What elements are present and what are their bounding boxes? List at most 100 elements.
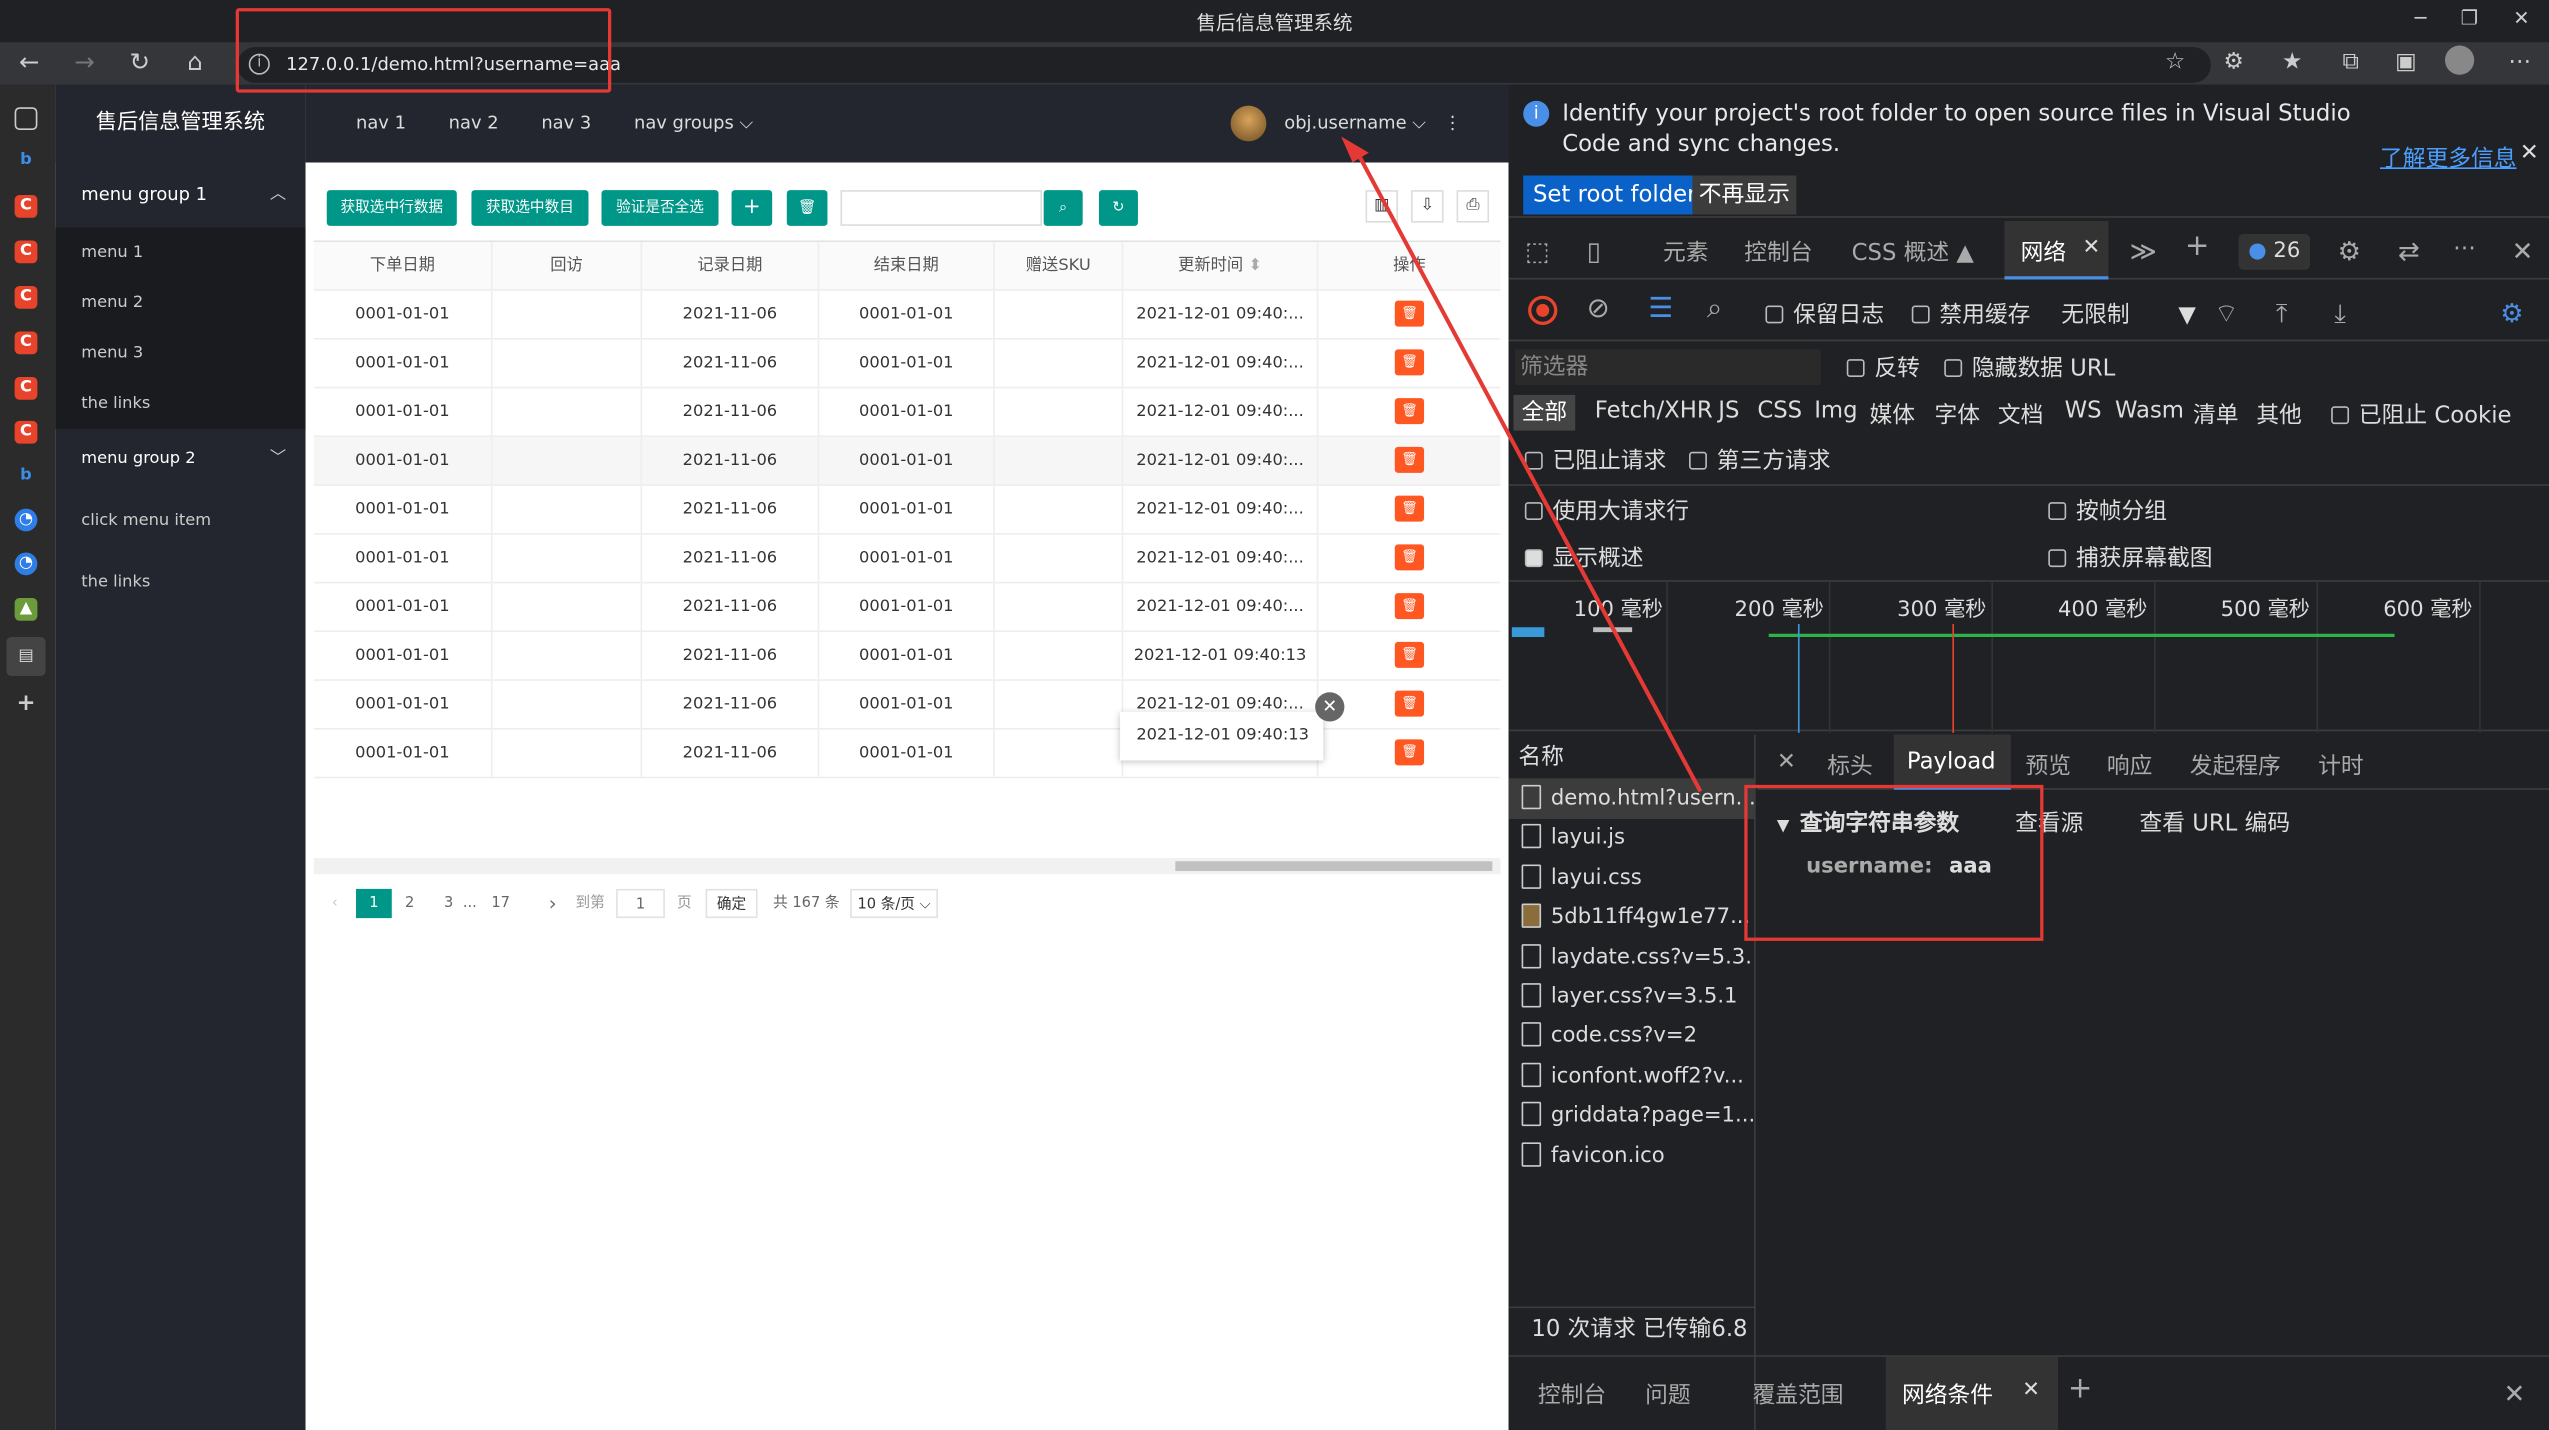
request-item[interactable]: demo.html?usern... <box>1508 780 1755 820</box>
drawer-tab-coverage[interactable]: 覆盖范围 <box>1752 1378 1843 1411</box>
per-page-select[interactable]: 10 条/页 ⌵ <box>850 888 938 919</box>
sidebar-item-menu-1[interactable]: menu 1 <box>55 228 305 278</box>
filter-wasm[interactable]: Wasm <box>2115 398 2184 424</box>
row-delete-button[interactable]: 🗑 <box>1394 349 1425 376</box>
hide-data-url-checkbox[interactable]: 隐藏数据 URL <box>1944 351 2115 384</box>
request-item[interactable]: layui.js <box>1509 820 1754 860</box>
filter-manifest[interactable]: 清单 <box>2193 398 2239 431</box>
close-tab-icon[interactable]: ✕ <box>2022 1378 2040 1402</box>
user-avatar[interactable] <box>1230 105 1267 142</box>
request-item[interactable]: laydate.css?v=5.3.1 <box>1509 939 1754 979</box>
page-3-button[interactable]: 3 <box>437 889 460 918</box>
preserve-log-checkbox[interactable]: 保留日志 <box>1765 297 1884 330</box>
search-button[interactable]: ⌕ <box>1043 190 1083 226</box>
close-drawer-icon[interactable]: ✕ <box>2503 1378 2525 1409</box>
workspaces-icon[interactable]: ▣ <box>2386 49 2425 75</box>
network-conditions-icon[interactable]: ⌔ <box>2214 297 2238 330</box>
export-har-icon[interactable]: ⤓ <box>2334 297 2346 330</box>
more-menu-icon[interactable]: ⋯ <box>2500 49 2539 75</box>
horizontal-scrollbar[interactable] <box>313 858 1501 875</box>
blocked-requests-checkbox[interactable]: 已阻止请求 <box>1524 444 1666 477</box>
tab-network[interactable]: 网络 ✕ <box>2004 221 2109 280</box>
refresh-button[interactable]: ↻ <box>1098 190 1138 226</box>
home-icon[interactable]: ⌂ <box>176 47 215 76</box>
device-emulation-icon[interactable]: ▯ <box>1587 236 1601 267</box>
show-overview-checkbox[interactable]: 显示概述 <box>1524 541 1644 574</box>
third-party-checkbox[interactable]: 第三方请求 <box>1689 444 1830 477</box>
row-delete-button[interactable]: 🗑 <box>1394 739 1425 766</box>
check-all-selected-button[interactable]: 验证是否全选 <box>601 190 719 226</box>
import-har-icon[interactable]: ⤒ <box>2276 297 2288 330</box>
filter-doc[interactable]: 文档 <box>1998 398 2044 431</box>
table-row[interactable]: 0001-01-012021-11-060001-01-012021-12-01… <box>313 339 1501 389</box>
close-devtools-icon[interactable]: ✕ <box>2512 236 2534 267</box>
nav-item-2[interactable]: nav 2 <box>449 112 499 133</box>
last-page-button[interactable]: 17 <box>486 889 515 918</box>
nav-item-3[interactable]: nav 3 <box>541 112 591 133</box>
filter-img[interactable]: Img <box>1814 398 1857 424</box>
drawer-tab-console[interactable]: 控制台 <box>1538 1378 1606 1411</box>
table-row[interactable]: 0001-01-012021-11-060001-01-012021-12-01… <box>313 437 1501 486</box>
more-vertical-icon[interactable]: ⋮ <box>1444 112 1462 133</box>
inspect-element-icon[interactable]: ⬚ <box>1525 236 1550 267</box>
column-header[interactable]: 回访 <box>493 242 643 290</box>
row-delete-button[interactable]: 🗑 <box>1394 544 1425 571</box>
sidebar-item-the-links[interactable]: the links <box>55 379 305 429</box>
clear-icon[interactable]: ⊘ <box>1587 293 1610 326</box>
blocked-cookie-checkbox[interactable]: 已阻止 Cookie <box>2331 398 2512 431</box>
issues-badge[interactable]: ● 26 <box>2238 234 2311 270</box>
bing-tab-icon[interactable]: b <box>15 150 38 173</box>
prev-page-button[interactable]: ‹ <box>324 889 347 918</box>
image-tab-icon[interactable]: ▲ <box>14 598 38 621</box>
table-row[interactable]: 0001-01-012021-11-060001-01-012021-12-01… <box>313 388 1501 438</box>
tab-payload[interactable]: Payload <box>1893 734 2011 790</box>
delete-button[interactable]: 🗑 <box>786 190 828 226</box>
reload-icon[interactable]: ↻ <box>120 47 159 76</box>
capture-screenshots-checkbox[interactable]: 捕获屏幕截图 <box>2048 541 2212 574</box>
network-settings-icon[interactable]: ⚙ <box>2500 297 2523 328</box>
tab-console[interactable]: 控制台 <box>1744 236 1812 269</box>
edge-tab-icon[interactable]: ◔ <box>14 508 38 532</box>
add-favorite-icon[interactable]: ☆ <box>2156 49 2195 75</box>
disable-cache-checkbox[interactable]: 禁用缓存 <box>1911 297 2030 330</box>
sidebar-item-click-menu[interactable]: click menu item <box>55 491 305 553</box>
filter-media[interactable]: 媒体 <box>1869 398 1915 431</box>
table-row[interactable]: 0001-01-012021-11-060001-01-012021-12-01… <box>313 534 1501 584</box>
settings-gear-icon[interactable]: ⚙ <box>2338 236 2361 267</box>
column-header-sortable[interactable]: 更新时间 ⬍ <box>1123 242 1319 290</box>
learn-more-link[interactable]: 了解更多信息 <box>2380 141 2517 174</box>
search-input[interactable] <box>840 190 1043 226</box>
column-header[interactable]: 赠送SKU <box>995 242 1124 290</box>
network-overview-timeline[interactable]: 100 毫秒 200 毫秒 300 毫秒 400 毫秒 500 毫秒 600 毫… <box>1508 580 2549 733</box>
column-header[interactable]: 结束日期 <box>819 242 995 290</box>
row-delete-button[interactable]: 🗑 <box>1394 690 1425 717</box>
export-icon[interactable]: ⇩ <box>1411 190 1444 223</box>
sidebar-item-menu-3[interactable]: menu 3 <box>55 328 305 378</box>
filter-css[interactable]: CSS <box>1757 398 1802 424</box>
collections-icon[interactable]: ⧉ <box>2331 49 2370 75</box>
row-delete-button[interactable]: 🗑 <box>1394 641 1425 668</box>
filter-input[interactable]: 筛选器 <box>1515 349 1821 386</box>
drawer-tab-issues[interactable]: 问题 <box>1645 1378 1691 1411</box>
request-item[interactable]: iconfont.woff2?v... <box>1509 1057 1754 1097</box>
row-delete-button[interactable]: 🗑 <box>1394 398 1425 425</box>
csdn-tab-icon[interactable]: C <box>14 420 38 444</box>
scrollbar-thumb[interactable] <box>1175 861 1493 871</box>
request-item[interactable]: code.css?v=2 <box>1509 1018 1754 1058</box>
csdn-tab-icon[interactable]: C <box>14 331 38 355</box>
filter-other[interactable]: 其他 <box>2256 398 2302 431</box>
filter-font[interactable]: 字体 <box>1935 398 1981 431</box>
add-button[interactable]: + <box>731 190 773 226</box>
nav-groups[interactable]: nav groups ⌵ <box>634 112 753 135</box>
table-row[interactable]: 0001-01-012021-11-060001-01-012021-12-01… <box>313 632 1501 681</box>
request-item[interactable]: griddata?page=1... <box>1509 1097 1754 1137</box>
user-menu[interactable]: obj.username ⌵ <box>1284 112 1426 135</box>
tab-initiator[interactable]: 发起程序 <box>2190 749 2281 782</box>
add-drawer-tab-icon[interactable]: + <box>2068 1372 2093 1406</box>
sidebar-group-2[interactable]: menu group 2 ﹀ <box>55 429 305 491</box>
row-delete-button[interactable]: 🗑 <box>1394 300 1425 327</box>
bing-tab-icon[interactable]: b <box>15 465 38 488</box>
record-icon[interactable] <box>1528 295 1558 325</box>
print-icon[interactable]: ⎙ <box>1456 190 1490 223</box>
filter-js[interactable]: JS <box>1718 398 1739 424</box>
